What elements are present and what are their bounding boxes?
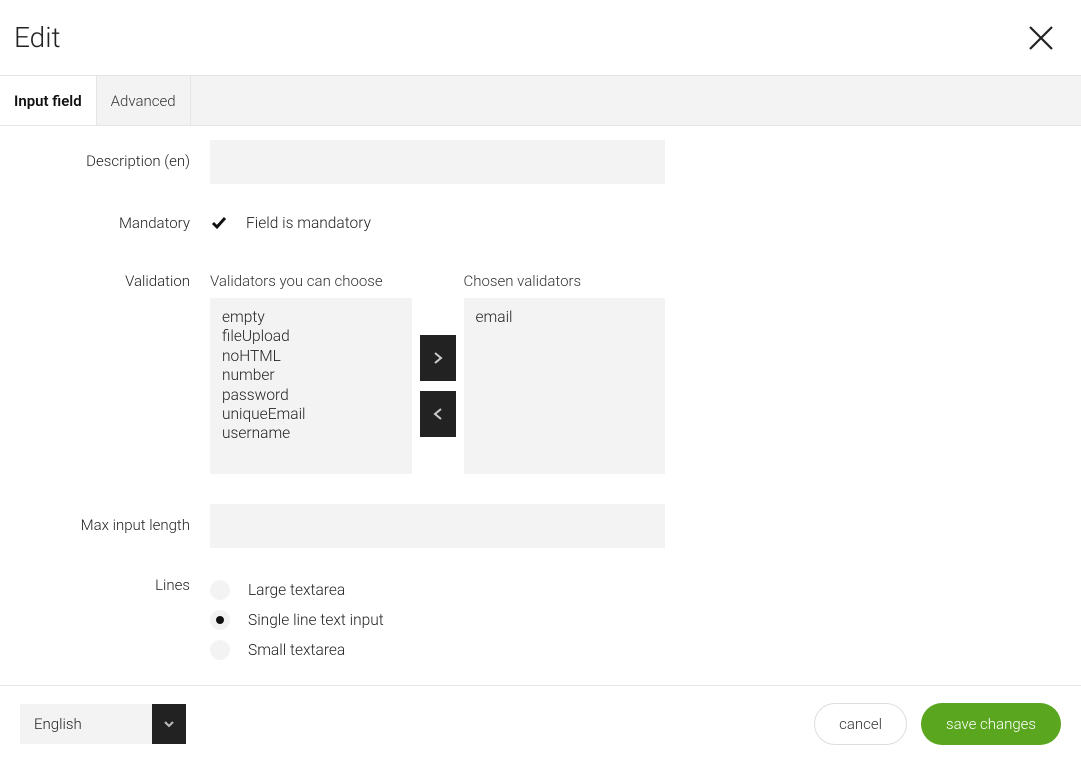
available-validators-title: Validators you can choose bbox=[210, 272, 412, 290]
label-max-length: Max input length bbox=[0, 504, 210, 548]
available-validators-list[interactable]: empty fileUpload noHTML number password … bbox=[210, 298, 412, 474]
form: Description (en) Mandatory Field is mand… bbox=[0, 126, 1081, 685]
tab-label: Input field bbox=[14, 92, 82, 110]
chevron-down-icon bbox=[164, 720, 174, 728]
add-validator-button[interactable] bbox=[420, 335, 456, 381]
row-max-length: Max input length bbox=[0, 504, 1081, 548]
validator-option[interactable]: email bbox=[476, 308, 654, 327]
label-lines: Lines bbox=[0, 574, 210, 660]
row-description: Description (en) bbox=[0, 140, 1081, 184]
description-input[interactable] bbox=[210, 140, 665, 184]
radio-label: Single line text input bbox=[248, 611, 384, 629]
lines-option-large-textarea[interactable]: Large textarea bbox=[210, 580, 665, 600]
validator-option[interactable]: noHTML bbox=[222, 347, 400, 366]
chevron-left-icon bbox=[433, 407, 443, 421]
dialog-header: Edit bbox=[0, 0, 1081, 76]
tab-advanced[interactable]: Advanced bbox=[97, 76, 191, 125]
checkmark-icon bbox=[211, 216, 227, 230]
row-lines: Lines Large textarea Single line text in… bbox=[0, 574, 1081, 660]
tab-input-field[interactable]: Input field bbox=[0, 76, 97, 125]
chosen-validators-list[interactable]: email bbox=[464, 298, 666, 474]
row-mandatory: Mandatory Field is mandatory bbox=[0, 210, 1081, 232]
dialog-title: Edit bbox=[14, 21, 61, 54]
label-validation: Validation bbox=[0, 272, 210, 474]
label-description: Description (en) bbox=[0, 140, 210, 184]
row-validation: Validation Validators you can choose emp… bbox=[0, 272, 1081, 474]
max-length-input[interactable] bbox=[210, 504, 665, 548]
radio-icon bbox=[210, 580, 230, 600]
tab-label: Advanced bbox=[111, 92, 176, 110]
chosen-validators-title: Chosen validators bbox=[464, 272, 666, 290]
radio-icon bbox=[210, 640, 230, 660]
remove-validator-button[interactable] bbox=[420, 391, 456, 437]
label-mandatory: Mandatory bbox=[0, 210, 210, 232]
language-select-caret[interactable] bbox=[152, 704, 186, 744]
radio-label: Large textarea bbox=[248, 581, 345, 599]
button-label: cancel bbox=[839, 715, 882, 733]
dialog-footer: English cancel save changes bbox=[0, 685, 1081, 762]
radio-label: Small textarea bbox=[248, 641, 345, 659]
lines-option-single-line[interactable]: Single line text input bbox=[210, 610, 665, 630]
form-scroll-area[interactable]: Description (en) Mandatory Field is mand… bbox=[0, 126, 1081, 685]
close-button[interactable] bbox=[1025, 22, 1057, 54]
validator-option[interactable]: password bbox=[222, 386, 400, 405]
lines-option-small-textarea[interactable]: Small textarea bbox=[210, 640, 665, 660]
validator-option[interactable]: username bbox=[222, 424, 400, 443]
tab-bar: Input field Advanced bbox=[0, 76, 1081, 126]
validator-option[interactable]: uniqueEmail bbox=[222, 405, 400, 424]
save-button[interactable]: save changes bbox=[921, 703, 1061, 745]
mandatory-checkbox[interactable] bbox=[210, 214, 228, 232]
chevron-right-icon bbox=[433, 351, 443, 365]
validator-option[interactable]: fileUpload bbox=[222, 327, 400, 346]
mandatory-checkbox-label: Field is mandatory bbox=[246, 214, 371, 232]
language-select-label: English bbox=[20, 704, 152, 744]
cancel-button[interactable]: cancel bbox=[814, 703, 907, 745]
validator-option[interactable]: number bbox=[222, 366, 400, 385]
button-label: save changes bbox=[946, 715, 1036, 733]
radio-icon bbox=[210, 610, 230, 630]
validator-option[interactable]: empty bbox=[222, 308, 400, 327]
language-select[interactable]: English bbox=[20, 704, 186, 744]
close-icon bbox=[1028, 25, 1054, 51]
